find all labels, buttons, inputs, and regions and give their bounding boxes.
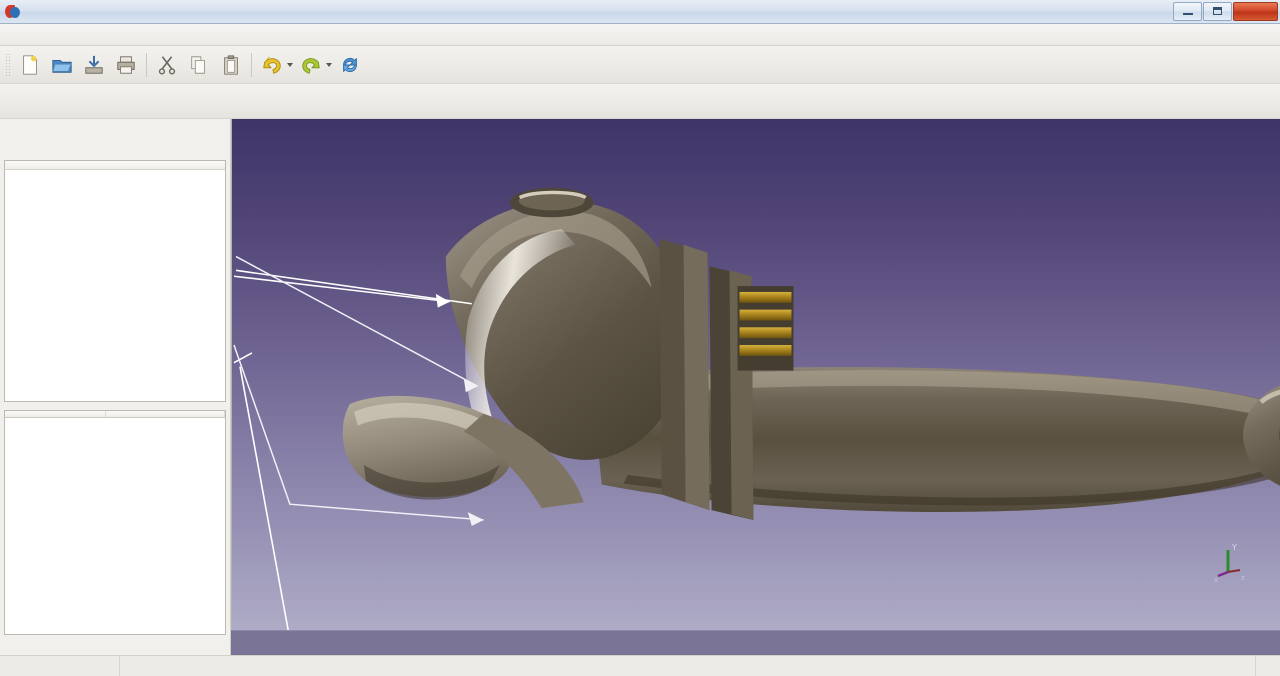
toolbar-separator	[146, 52, 147, 77]
title-bar	[0, 0, 1280, 24]
undock-icon[interactable]	[197, 121, 212, 136]
document-tab-bar	[231, 630, 1280, 655]
menu-meshes[interactable]	[78, 32, 96, 38]
freecad-window: Y x z	[0, 0, 1280, 676]
status-middle-area	[120, 656, 1256, 676]
status-bar	[0, 655, 1280, 676]
view-data-tabs	[0, 635, 230, 655]
menu-view[interactable]	[42, 32, 60, 38]
menu-edit[interactable]	[24, 32, 42, 38]
model-tree[interactable]	[5, 170, 225, 401]
menu-drafting[interactable]	[168, 32, 186, 38]
toolbar-row-2	[0, 84, 1280, 119]
new-document-icon[interactable]	[15, 50, 45, 80]
new-document-icon	[23, 54, 37, 75]
undo-icon	[263, 55, 281, 74]
paste-icon[interactable]	[216, 50, 246, 80]
menu-help[interactable]	[204, 32, 222, 38]
copy-icon[interactable]	[184, 50, 214, 80]
save-document-icon	[85, 55, 103, 74]
svg-text:x: x	[1214, 576, 1218, 582]
menu-raytracing[interactable]	[150, 32, 168, 38]
view-area: Y x z	[231, 119, 1280, 655]
freecad-logo-icon	[5, 4, 21, 20]
menu-bar	[0, 24, 1280, 46]
cut-icon[interactable]	[152, 50, 182, 80]
3d-viewport[interactable]: Y x z	[231, 119, 1280, 630]
open-document-icon[interactable]	[47, 50, 77, 80]
window-controls	[1172, 1, 1278, 22]
refresh-icon[interactable]	[335, 50, 365, 80]
menu-file[interactable]	[6, 32, 24, 38]
print-icon	[117, 55, 135, 74]
svg-text:z: z	[1241, 574, 1245, 582]
toolbar-separator	[251, 52, 252, 77]
axis-cross-indicator: Y x z	[1214, 543, 1245, 582]
redo-icon[interactable]	[296, 50, 326, 80]
menu-tools[interactable]	[60, 32, 78, 38]
paste-icon	[224, 54, 238, 75]
close-icon[interactable]	[212, 121, 227, 136]
wrench-model	[233, 187, 1280, 630]
maximize-button[interactable]	[1203, 1, 1232, 21]
property-column-header	[5, 411, 106, 418]
toolbar-grip[interactable]	[5, 52, 11, 77]
property-editor	[4, 410, 226, 635]
save-document-icon[interactable]	[79, 50, 109, 80]
combo-view-panel	[0, 119, 231, 655]
menu-part[interactable]	[114, 32, 132, 38]
combo-view-header	[0, 119, 230, 138]
menu-windows[interactable]	[186, 32, 204, 38]
status-message-area	[0, 656, 120, 676]
menu-sketch[interactable]	[96, 32, 114, 38]
toolbars	[0, 46, 1280, 119]
copy-icon	[191, 55, 205, 74]
minimize-button[interactable]	[1173, 1, 1202, 21]
cut-icon	[158, 55, 176, 75]
property-table	[5, 411, 225, 418]
menu-drawing[interactable]	[132, 32, 150, 38]
refresh-icon	[343, 57, 357, 72]
svg-text:Y: Y	[1231, 543, 1237, 552]
close-button[interactable]	[1233, 1, 1278, 21]
model-tree-container	[4, 160, 226, 402]
undo-icon[interactable]	[257, 50, 287, 80]
print-icon[interactable]	[111, 50, 141, 80]
property-empty-area	[5, 418, 225, 634]
toolbar-row-1	[0, 46, 1280, 84]
main-body: Y x z	[0, 119, 1280, 655]
combo-view-tabs	[0, 138, 230, 160]
value-column-header	[105, 411, 225, 418]
tree-header	[5, 161, 225, 170]
redo-icon	[302, 57, 320, 74]
open-document-icon	[52, 59, 72, 73]
